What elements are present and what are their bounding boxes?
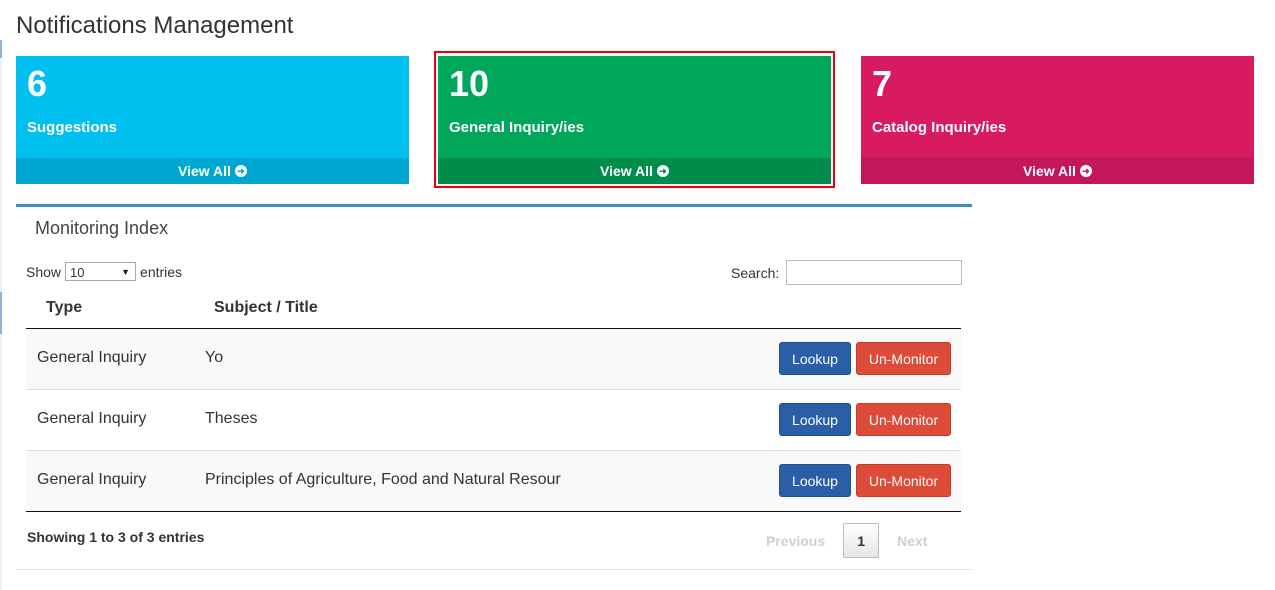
- general-inquiries-view-all-link[interactable]: View All ➜: [438, 158, 831, 184]
- show-entries-control: Show 10 ▼ entries: [26, 262, 182, 281]
- page-title: Notifications Management: [16, 12, 294, 39]
- table-row: General Inquiry Yo Lookup Un-Monitor: [26, 329, 961, 390]
- general-inquiries-count: 10: [449, 63, 490, 104]
- next-page-button[interactable]: Next: [897, 533, 927, 549]
- search-input[interactable]: [786, 260, 963, 285]
- lookup-button[interactable]: Lookup: [779, 403, 851, 436]
- column-header-subject[interactable]: Subject / Title: [214, 299, 318, 317]
- arrow-circle-right-icon: ➜: [234, 165, 247, 177]
- catalog-inquiries-stat-box: 7 Catalog Inquiry/ies View All ➜: [861, 56, 1254, 184]
- row-subject: Theses: [205, 410, 258, 427]
- unmonitor-button[interactable]: Un-Monitor: [856, 342, 951, 375]
- left-edge-strip: [0, 40, 2, 590]
- general-inquiries-label: General Inquiry/ies: [449, 119, 585, 136]
- monitoring-index-panel: Monitoring Index Show 10 ▼ entries Searc…: [16, 204, 972, 570]
- edge-marker: [0, 292, 2, 334]
- suggestions-stat-box: 6 Suggestions View All ➜: [16, 56, 409, 184]
- monitoring-table: Type Subject / Title General Inquiry Yo …: [26, 292, 961, 512]
- suggestions-label: Suggestions: [27, 119, 118, 136]
- previous-page-button[interactable]: Previous: [766, 533, 825, 549]
- unmonitor-button[interactable]: Un-Monitor: [856, 464, 951, 497]
- table-row: General Inquiry Theses Lookup Un-Monitor: [26, 390, 961, 451]
- caret-down-icon: ▼: [121, 267, 131, 277]
- catalog-inquiries-label: Catalog Inquiry/ies: [872, 119, 1007, 136]
- search-label: Search:: [731, 264, 780, 281]
- arrow-circle-right-icon: ➜: [656, 165, 669, 177]
- search-control: Search:: [731, 260, 963, 285]
- row-type: General Inquiry: [37, 410, 147, 427]
- unmonitor-button[interactable]: Un-Monitor: [856, 403, 951, 436]
- arrow-circle-right-icon: ➜: [1079, 165, 1092, 177]
- row-type: General Inquiry: [37, 471, 147, 488]
- catalog-inquiries-view-all-link[interactable]: View All ➜: [861, 158, 1254, 184]
- view-all-label: View All: [600, 163, 653, 179]
- table-info-text: Showing 1 to 3 of 3 entries: [27, 529, 205, 545]
- catalog-inquiries-count: 7: [872, 63, 893, 104]
- row-subject: Principles of Agriculture, Food and Natu…: [205, 471, 561, 488]
- row-type: General Inquiry: [37, 349, 147, 366]
- view-all-label: View All: [178, 163, 231, 179]
- show-label: Show: [26, 263, 62, 280]
- lookup-button[interactable]: Lookup: [779, 464, 851, 497]
- view-all-label: View All: [1023, 163, 1076, 179]
- entries-per-page-select[interactable]: 10 ▼: [65, 262, 137, 281]
- table-header: Type Subject / Title: [26, 292, 961, 329]
- panel-title: Monitoring Index: [35, 218, 169, 238]
- row-subject: Yo: [205, 349, 224, 366]
- page-1-button[interactable]: 1: [843, 523, 880, 558]
- entries-label: entries: [140, 263, 183, 280]
- entries-select-value: 10: [70, 265, 85, 280]
- column-header-type[interactable]: Type: [46, 299, 82, 317]
- lookup-button[interactable]: Lookup: [779, 342, 851, 375]
- general-inquiries-stat-box: 10 General Inquiry/ies View All ➜: [438, 56, 831, 184]
- edge-marker: [0, 40, 2, 58]
- suggestions-view-all-link[interactable]: View All ➜: [16, 158, 409, 184]
- table-row: General Inquiry Principles of Agricultur…: [26, 451, 961, 512]
- suggestions-count: 6: [27, 63, 48, 104]
- pagination: Previous 1 Next: [766, 523, 928, 558]
